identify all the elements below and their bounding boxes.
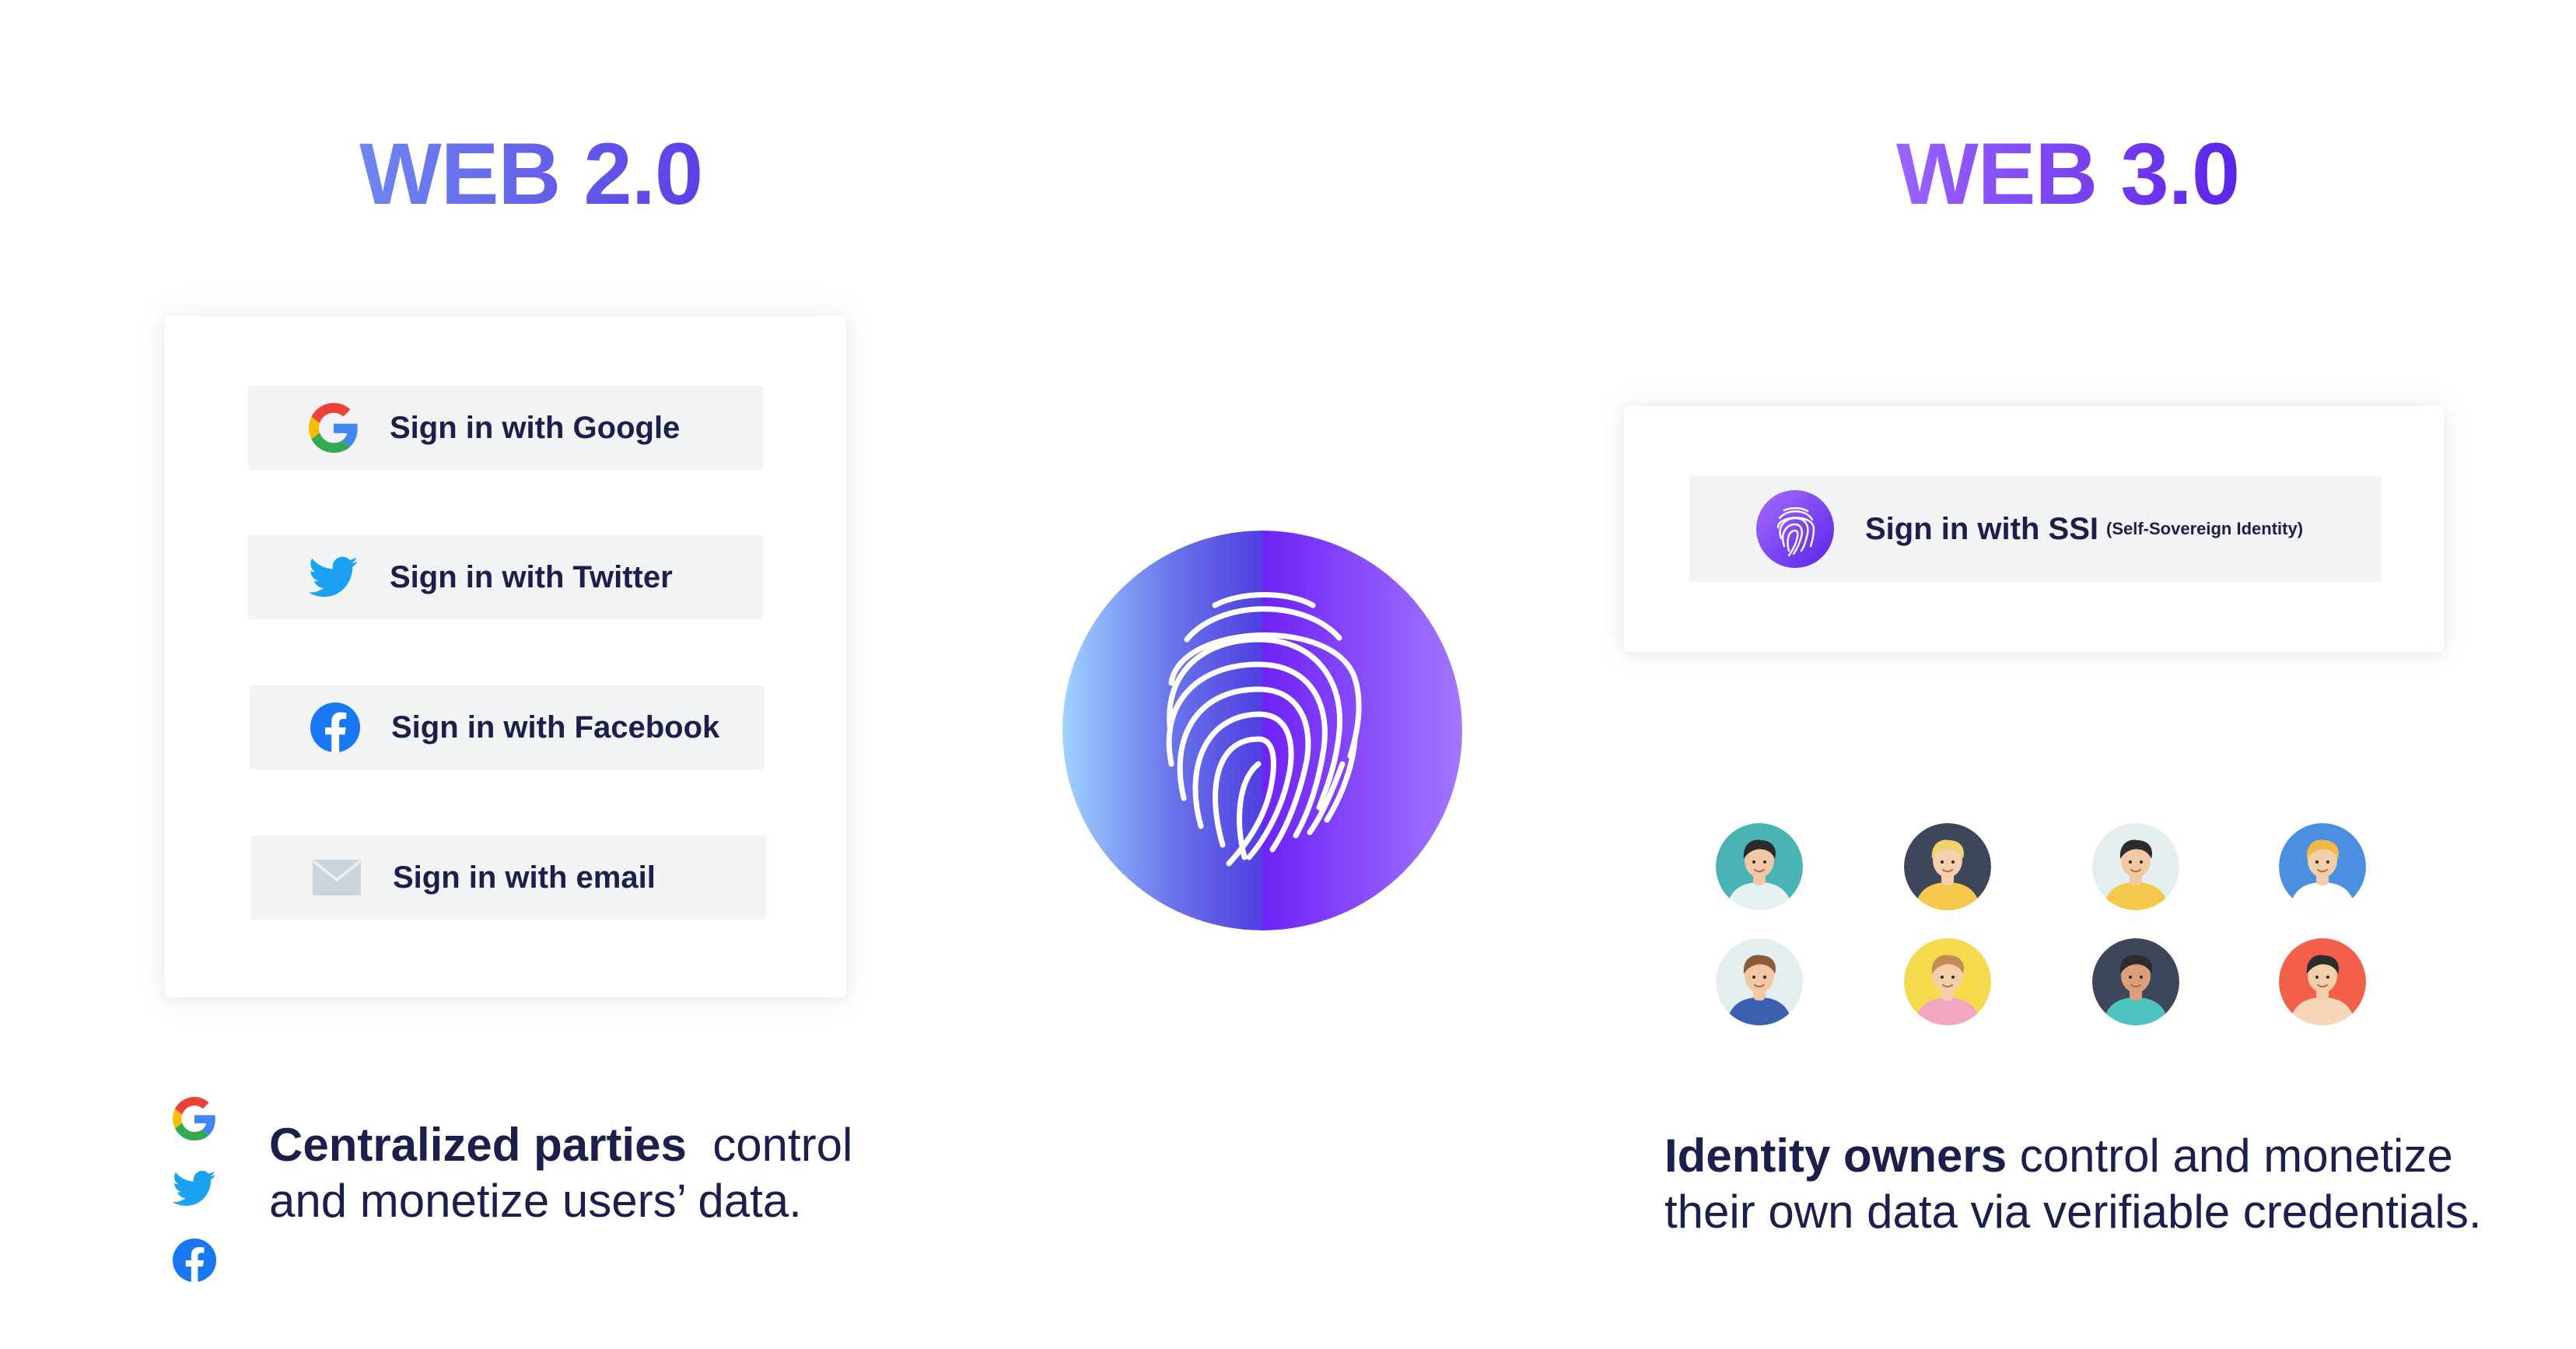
web3-caption-bold: Identity owners <box>1664 1130 2007 1182</box>
facebook-icon <box>173 1239 216 1283</box>
person-avatar <box>2092 823 2179 910</box>
sign-in-email-label: Sign in with email <box>393 860 656 895</box>
web2-caption-bold: Centralized parties <box>269 1119 687 1171</box>
person-avatar <box>2279 823 2366 910</box>
google-icon <box>307 401 360 454</box>
fingerprint-icon <box>1756 490 1834 568</box>
web2-caption: Centralized parties control and monetize… <box>269 1117 860 1229</box>
person-avatar <box>1716 823 1803 910</box>
web3-title: WEB 3.0 <box>1896 125 2240 222</box>
google-icon <box>173 1097 216 1141</box>
web3-caption-line2: their own data via verifiable credential… <box>1664 1186 2482 1238</box>
web2-title: WEB 2.0 <box>359 125 703 222</box>
sign-in-google-label: Sign in with Google <box>390 410 681 445</box>
person-avatar <box>1716 938 1803 1025</box>
person-avatar <box>1904 938 1991 1025</box>
person-avatar <box>2092 938 2179 1025</box>
sign-in-facebook-button[interactable]: Sign in with Facebook <box>250 685 765 769</box>
sign-in-twitter-label: Sign in with Twitter <box>390 559 673 594</box>
person-avatar <box>1904 823 1991 910</box>
sign-in-ssi-button[interactable]: Sign in with SSI (Self-Sovereign Identit… <box>1689 476 2382 582</box>
web3-caption-line1: control and monetize <box>2019 1130 2453 1182</box>
sign-in-ssi-label: Sign in with SSI <box>1865 511 2098 546</box>
sign-in-ssi-sublabel: (Self-Sovereign Identity) <box>2106 519 2304 538</box>
person-avatar <box>2279 938 2366 1025</box>
twitter-icon <box>307 551 360 604</box>
fingerprint-icon <box>1062 531 1462 930</box>
sign-in-twitter-button[interactable]: Sign in with Twitter <box>248 535 763 619</box>
sign-in-email-button[interactable]: Sign in with email <box>251 836 766 920</box>
web2-caption-line2: and monetize users’ data. <box>269 1175 802 1227</box>
email-icon <box>310 851 363 904</box>
sign-in-facebook-label: Sign in with Facebook <box>391 710 720 745</box>
twitter-icon <box>172 1170 216 1214</box>
sign-in-google-button[interactable]: Sign in with Google <box>248 386 763 470</box>
fingerprint-badge <box>1062 531 1462 930</box>
web3-login-card: Sign in with SSI (Self-Sovereign Identit… <box>1624 406 2444 652</box>
web3-caption: Identity owners control and monetize the… <box>1664 1128 2567 1240</box>
facebook-icon <box>309 701 362 754</box>
web2-login-card: Sign in with Google Sign in with Twitter… <box>165 316 846 997</box>
web2-caption-line1: control <box>712 1119 853 1171</box>
